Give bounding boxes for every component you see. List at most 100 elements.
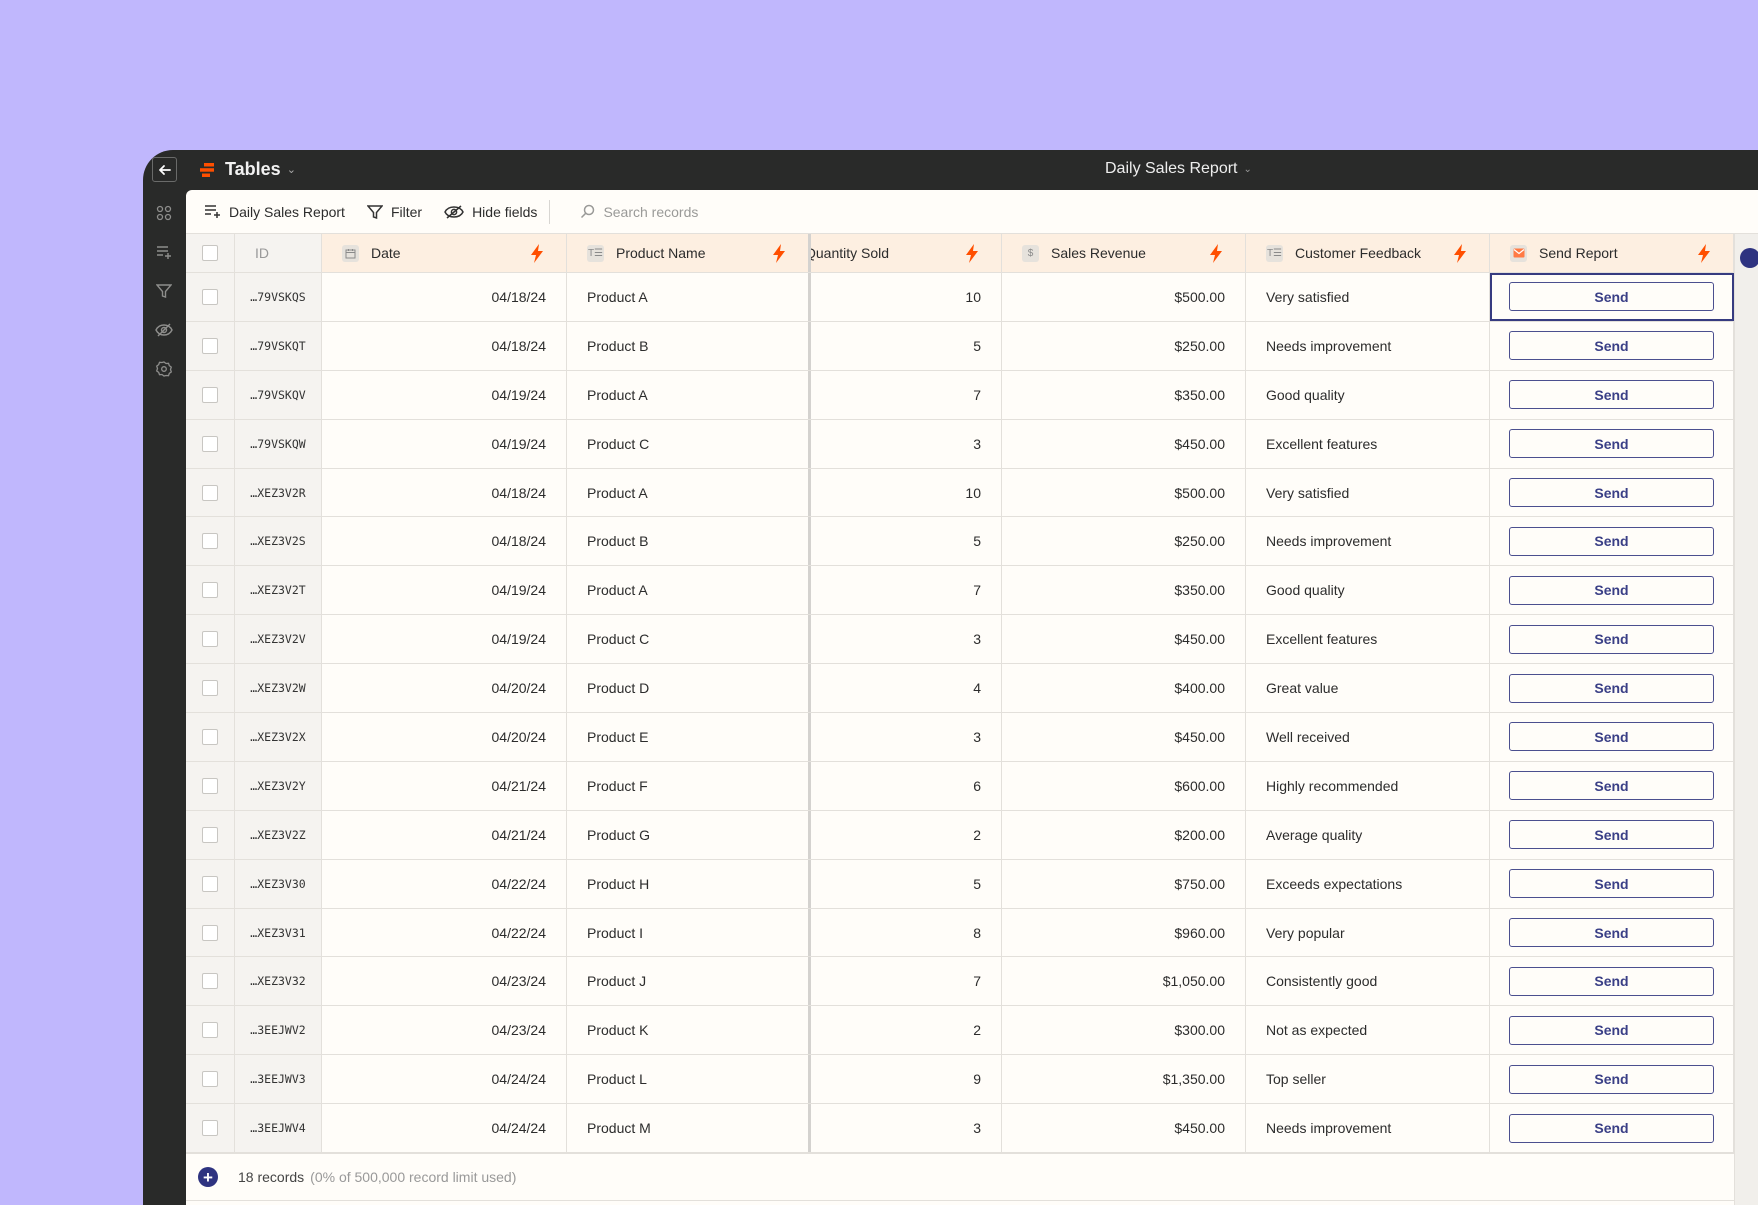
cell-product-name[interactable]: Product I [567,908,811,957]
cell-customer-feedback[interactable]: Very satisfied [1246,273,1490,321]
send-button[interactable]: Send [1509,1015,1714,1045]
table-row[interactable]: …XEZ3V31 04/22/24 Product I 8 $960.00 Ve… [186,908,1734,958]
table-row[interactable]: …XEZ3V2W 04/20/24 Product D 4 $400.00 Gr… [186,664,1734,714]
cell-product-name[interactable]: Product A [567,468,811,517]
cell-product-name[interactable]: Product C [567,419,811,468]
column-header-quantity-sold[interactable]: Quantity Sold [811,234,1002,272]
search-input[interactable]: Search records [580,204,698,220]
cell-sales-revenue[interactable]: $200.00 [1002,810,1246,859]
send-button[interactable]: Send [1509,1113,1714,1143]
cell-id[interactable]: …XEZ3V2R [235,468,322,517]
cell-product-name[interactable]: Product K [567,1006,811,1055]
cell-sales-revenue[interactable]: $600.00 [1002,761,1246,810]
cell-quantity-sold[interactable]: 8 [811,908,1002,957]
cell-date[interactable]: 04/21/24 [322,761,567,810]
cell-date[interactable]: 04/18/24 [322,273,567,321]
cell-customer-feedback[interactable]: Needs improvement [1246,1104,1490,1153]
cell-date[interactable]: 04/18/24 [322,321,567,370]
cell-quantity-sold[interactable]: 3 [811,713,1002,761]
cell-quantity-sold[interactable]: 7 [811,370,1002,419]
cell-sales-revenue[interactable]: $500.00 [1002,273,1246,321]
lightning-trigger-icon[interactable] [1453,244,1467,263]
column-header-date[interactable]: Date [322,234,567,272]
column-header-product-name[interactable]: T☰ Product Name [567,234,811,272]
send-button[interactable]: Send [1509,820,1714,850]
sidebar-filter-button[interactable] [154,281,174,301]
cell-id[interactable]: …79VSKQS [235,273,322,321]
row-checkbox[interactable] [202,728,218,745]
cell-sales-revenue[interactable]: $250.00 [1002,321,1246,370]
cell-quantity-sold[interactable]: 2 [811,1006,1002,1055]
row-checkbox[interactable] [202,582,218,599]
select-all-checkbox[interactable] [202,245,218,261]
cell-id[interactable]: …3EEJWV2 [235,1006,322,1055]
cell-sales-revenue[interactable]: $1,050.00 [1002,957,1246,1006]
column-header-customer-feedback[interactable]: T☰ Customer Feedback [1246,234,1490,272]
send-button[interactable]: Send [1509,673,1714,703]
add-record-button[interactable]: + [198,1167,218,1187]
sidebar-apps-button[interactable] [154,203,174,223]
cell-sales-revenue[interactable]: $300.00 [1002,1006,1246,1055]
cell-customer-feedback[interactable]: Highly recommended [1246,761,1490,810]
table-row[interactable]: …XEZ3V2Z 04/21/24 Product G 2 $200.00 Av… [186,810,1734,860]
sidebar-add-record-button[interactable] [154,242,174,262]
cell-product-name[interactable]: Product C [567,615,811,664]
cell-quantity-sold[interactable]: 5 [811,859,1002,908]
row-checkbox[interactable] [202,288,218,305]
send-button[interactable]: Send [1509,575,1714,605]
table-row[interactable]: …XEZ3V2V 04/19/24 Product C 3 $450.00 Ex… [186,615,1734,665]
cell-date[interactable]: 04/21/24 [322,810,567,859]
row-checkbox[interactable] [202,924,218,941]
cell-customer-feedback[interactable]: Exceeds expectations [1246,859,1490,908]
cell-date[interactable]: 04/19/24 [322,615,567,664]
table-row[interactable]: …XEZ3V32 04/23/24 Product J 7 $1,050.00 … [186,957,1734,1007]
cell-product-name[interactable]: Product J [567,957,811,1006]
cell-id[interactable]: …XEZ3V32 [235,957,322,1006]
cell-quantity-sold[interactable]: 5 [811,321,1002,370]
cell-customer-feedback[interactable]: Excellent features [1246,615,1490,664]
row-checkbox[interactable] [202,680,218,697]
cell-quantity-sold[interactable]: 2 [811,810,1002,859]
cell-product-name[interactable]: Product L [567,1055,811,1104]
send-button[interactable]: Send [1509,624,1714,654]
lightning-trigger-icon[interactable] [1209,244,1223,263]
cell-product-name[interactable]: Product E [567,713,811,761]
send-button[interactable]: Send [1509,722,1714,752]
cell-id[interactable]: …XEZ3V2S [235,517,322,566]
cell-id[interactable]: …XEZ3V31 [235,908,322,957]
cell-date[interactable]: 04/22/24 [322,859,567,908]
cell-date[interactable]: 04/19/24 [322,370,567,419]
cell-date[interactable]: 04/24/24 [322,1104,567,1153]
cell-id[interactable]: …XEZ3V2W [235,664,322,713]
table-row[interactable]: …79VSKQV 04/19/24 Product A 7 $350.00 Go… [186,370,1734,420]
cell-sales-revenue[interactable]: $450.00 [1002,1104,1246,1153]
send-button[interactable]: Send [1509,380,1714,410]
view-selector[interactable]: Daily Sales Report [196,197,353,227]
cell-id[interactable]: …3EEJWV4 [235,1104,322,1153]
send-button[interactable]: Send [1509,1064,1714,1094]
cell-id[interactable]: …XEZ3V2Y [235,761,322,810]
table-switcher[interactable]: Daily Sales Report ⌄ [1105,160,1252,178]
row-checkbox[interactable] [202,484,218,501]
row-checkbox[interactable] [202,386,218,403]
cell-date[interactable]: 04/18/24 [322,468,567,517]
table-row[interactable]: …XEZ3V2X 04/20/24 Product E 3 $450.00 We… [186,713,1734,762]
cell-product-name[interactable]: Product A [567,566,811,615]
cell-sales-revenue[interactable]: $400.00 [1002,664,1246,713]
row-checkbox[interactable] [202,875,218,892]
cell-product-name[interactable]: Product A [567,273,811,321]
back-button[interactable] [152,157,177,182]
cell-id[interactable]: …79VSKQW [235,419,322,468]
row-checkbox[interactable] [202,1071,218,1088]
table-row[interactable]: …79VSKQT 04/18/24 Product B 5 $250.00 Ne… [186,321,1734,371]
lightning-trigger-icon[interactable] [530,244,544,263]
cell-sales-revenue[interactable]: $350.00 [1002,566,1246,615]
column-header-id[interactable]: ID [235,234,322,272]
cell-sales-revenue[interactable]: $960.00 [1002,908,1246,957]
cell-product-name[interactable]: Product M [567,1104,811,1153]
table-row[interactable]: …79VSKQS 04/18/24 Product A 10 $500.00 V… [186,273,1734,322]
send-button[interactable]: Send [1509,771,1714,801]
cell-id[interactable]: …XEZ3V2T [235,566,322,615]
cell-customer-feedback[interactable]: Good quality [1246,566,1490,615]
table-row[interactable]: …XEZ3V2R 04/18/24 Product A 10 $500.00 V… [186,468,1734,518]
